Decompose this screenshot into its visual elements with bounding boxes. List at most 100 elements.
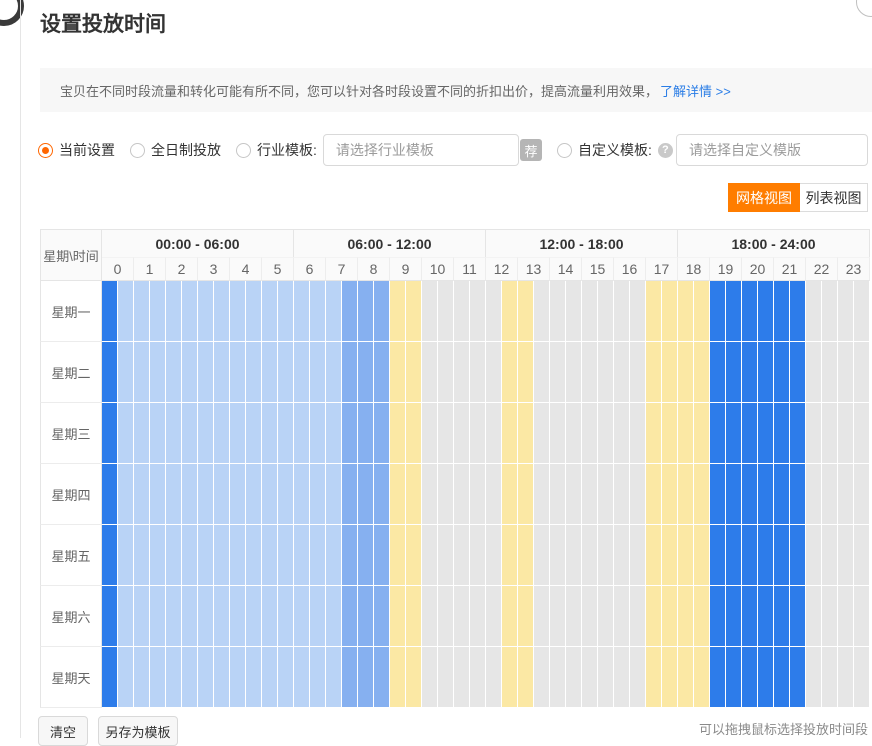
time-slot-cell[interactable] bbox=[614, 586, 630, 647]
time-slot-cell[interactable] bbox=[774, 403, 790, 464]
time-slot-cell[interactable] bbox=[566, 403, 582, 464]
list-view-button[interactable]: 列表视图 bbox=[800, 183, 868, 212]
time-slot-cell[interactable] bbox=[806, 342, 822, 403]
time-slot-cell[interactable] bbox=[774, 586, 790, 647]
time-slot-cell[interactable] bbox=[406, 647, 422, 708]
time-slot-cell[interactable] bbox=[774, 464, 790, 525]
time-slot-cell[interactable] bbox=[710, 464, 726, 525]
time-slot-cell[interactable] bbox=[102, 586, 118, 647]
time-slot-cell[interactable] bbox=[854, 586, 870, 647]
time-slot-cell[interactable] bbox=[678, 342, 694, 403]
time-slot-cell[interactable] bbox=[214, 403, 230, 464]
time-slot-cell[interactable] bbox=[662, 464, 678, 525]
time-slot-cell[interactable] bbox=[678, 647, 694, 708]
time-slot-cell[interactable] bbox=[742, 586, 758, 647]
time-slot-cell[interactable] bbox=[326, 342, 342, 403]
time-slot-cell[interactable] bbox=[630, 525, 646, 586]
time-slot-cell[interactable] bbox=[838, 647, 854, 708]
time-slot-cell[interactable] bbox=[838, 464, 854, 525]
time-slot-cell[interactable] bbox=[406, 464, 422, 525]
time-slot-cell[interactable] bbox=[854, 342, 870, 403]
time-slot-cell[interactable] bbox=[790, 647, 806, 708]
time-slot-cell[interactable] bbox=[662, 525, 678, 586]
time-slot-cell[interactable] bbox=[806, 403, 822, 464]
time-slot-cell[interactable] bbox=[806, 281, 822, 342]
time-slot-cell[interactable] bbox=[310, 464, 326, 525]
time-slot-cell[interactable] bbox=[230, 281, 246, 342]
time-slot-cell[interactable] bbox=[758, 342, 774, 403]
time-slot-cell[interactable] bbox=[790, 586, 806, 647]
time-slot-cell[interactable] bbox=[646, 647, 662, 708]
time-slot-cell[interactable] bbox=[630, 281, 646, 342]
time-slot-cell[interactable] bbox=[550, 647, 566, 708]
time-slot-cell[interactable] bbox=[358, 464, 374, 525]
time-slot-cell[interactable] bbox=[150, 403, 166, 464]
time-slot-cell[interactable] bbox=[374, 403, 390, 464]
time-slot-cell[interactable] bbox=[422, 342, 438, 403]
time-slot-cell[interactable] bbox=[518, 281, 534, 342]
time-slot-cell[interactable] bbox=[166, 281, 182, 342]
time-slot-cell[interactable] bbox=[438, 403, 454, 464]
time-slot-cell[interactable] bbox=[166, 525, 182, 586]
time-slot-cell[interactable] bbox=[246, 403, 262, 464]
time-slot-cell[interactable] bbox=[102, 342, 118, 403]
time-slot-cell[interactable] bbox=[630, 647, 646, 708]
time-slot-cell[interactable] bbox=[310, 403, 326, 464]
time-slot-cell[interactable] bbox=[806, 586, 822, 647]
time-slot-cell[interactable] bbox=[534, 647, 550, 708]
time-slot-cell[interactable] bbox=[198, 281, 214, 342]
time-slot-cell[interactable] bbox=[470, 464, 486, 525]
time-slot-cell[interactable] bbox=[678, 525, 694, 586]
time-slot-cell[interactable] bbox=[358, 647, 374, 708]
time-slot-cell[interactable] bbox=[278, 647, 294, 708]
time-slot-cell[interactable] bbox=[166, 586, 182, 647]
time-slot-cell[interactable] bbox=[182, 586, 198, 647]
time-slot-cell[interactable] bbox=[406, 342, 422, 403]
time-slot-cell[interactable] bbox=[534, 342, 550, 403]
time-slot-cell[interactable] bbox=[150, 525, 166, 586]
time-slot-cell[interactable] bbox=[342, 464, 358, 525]
time-slot-cell[interactable] bbox=[102, 403, 118, 464]
time-slot-cell[interactable] bbox=[262, 586, 278, 647]
time-slot-cell[interactable] bbox=[518, 403, 534, 464]
time-slot-cell[interactable] bbox=[422, 647, 438, 708]
time-slot-cell[interactable] bbox=[198, 586, 214, 647]
time-slot-cell[interactable] bbox=[534, 403, 550, 464]
time-slot-cell[interactable] bbox=[678, 464, 694, 525]
time-slot-cell[interactable] bbox=[390, 281, 406, 342]
time-slot-cell[interactable] bbox=[742, 647, 758, 708]
time-slot-cell[interactable] bbox=[102, 647, 118, 708]
time-slot-cell[interactable] bbox=[310, 647, 326, 708]
time-slot-cell[interactable] bbox=[438, 342, 454, 403]
time-slot-cell[interactable] bbox=[166, 342, 182, 403]
time-slot-cell[interactable] bbox=[374, 525, 390, 586]
radio-industry-template[interactable]: 行业模板: bbox=[236, 132, 519, 168]
time-slot-cell[interactable] bbox=[854, 647, 870, 708]
time-slot-cell[interactable] bbox=[422, 464, 438, 525]
time-slot-cell[interactable] bbox=[326, 403, 342, 464]
time-slot-cell[interactable] bbox=[406, 525, 422, 586]
time-slot-cell[interactable] bbox=[470, 403, 486, 464]
time-slot-cell[interactable] bbox=[182, 647, 198, 708]
time-slot-cell[interactable] bbox=[294, 281, 310, 342]
time-slot-cell[interactable] bbox=[118, 586, 134, 647]
time-slot-cell[interactable] bbox=[662, 586, 678, 647]
time-slot-cell[interactable] bbox=[678, 403, 694, 464]
time-slot-cell[interactable] bbox=[502, 464, 518, 525]
time-slot-cell[interactable] bbox=[806, 525, 822, 586]
time-slot-cell[interactable] bbox=[582, 647, 598, 708]
time-slot-cell[interactable] bbox=[374, 586, 390, 647]
time-slot-cell[interactable] bbox=[694, 281, 710, 342]
time-slot-cell[interactable] bbox=[790, 342, 806, 403]
time-slot-cell[interactable] bbox=[374, 647, 390, 708]
time-slot-cell[interactable] bbox=[358, 403, 374, 464]
time-slot-cell[interactable] bbox=[742, 403, 758, 464]
time-slot-cell[interactable] bbox=[838, 342, 854, 403]
time-slot-cell[interactable] bbox=[854, 281, 870, 342]
time-slot-cell[interactable] bbox=[134, 586, 150, 647]
time-slot-cell[interactable] bbox=[182, 281, 198, 342]
time-slot-cell[interactable] bbox=[726, 586, 742, 647]
time-slot-cell[interactable] bbox=[614, 281, 630, 342]
time-slot-cell[interactable] bbox=[742, 525, 758, 586]
grid-view-button[interactable]: 网格视图 bbox=[728, 183, 800, 212]
